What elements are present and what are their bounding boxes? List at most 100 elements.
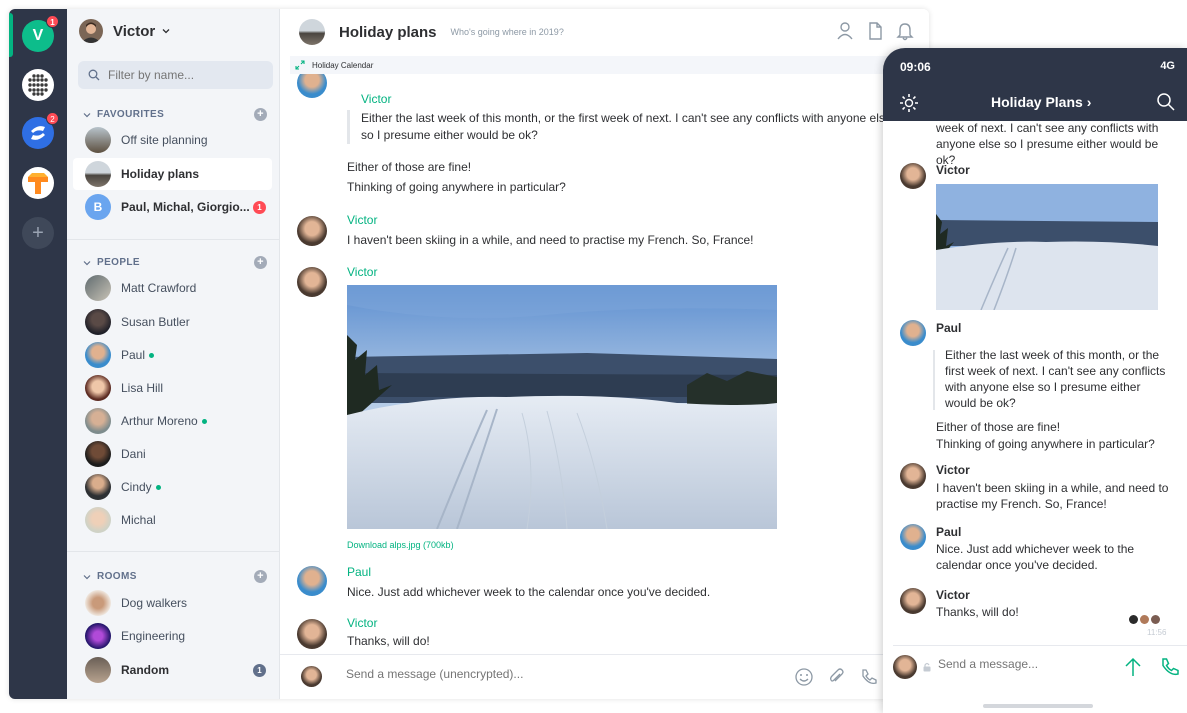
phone-icon[interactable]	[859, 667, 879, 687]
message-input[interactable]	[346, 667, 726, 681]
person-item-cindy[interactable]: Cindy	[73, 471, 272, 503]
add-space-button[interactable]: +	[22, 217, 54, 249]
spaces-bar: V 1 2 +	[9, 9, 67, 699]
sender-name[interactable]: Victor	[347, 213, 377, 227]
sender-avatar[interactable]	[297, 619, 327, 649]
room-item-dog-walkers[interactable]: Dog walkers	[73, 587, 272, 619]
online-indicator	[201, 419, 207, 425]
sender-name[interactable]: Victor	[936, 163, 970, 177]
home-indicator	[983, 704, 1093, 708]
sender-avatar[interactable]	[297, 566, 327, 596]
person-item-dani[interactable]: Dani	[73, 438, 272, 470]
room-header-avatar[interactable]	[299, 19, 325, 45]
sender-name[interactable]: Victor	[347, 265, 377, 279]
sender-name[interactable]: Paul	[936, 321, 961, 335]
room-item-engineering[interactable]: Engineering	[73, 620, 272, 652]
section-label: ROOMS	[97, 571, 137, 582]
person-item-matt-crawford[interactable]: Matt Crawford	[73, 272, 272, 304]
ski-slope-image[interactable]	[347, 285, 777, 529]
read-avatar	[1140, 615, 1149, 624]
person-item-paul[interactable]: Paul	[73, 339, 272, 371]
home-space-avatar[interactable]: V 1	[22, 15, 59, 52]
sender-name[interactable]: Victor	[936, 463, 970, 477]
sender-avatar[interactable]	[297, 216, 327, 246]
quote-bar	[347, 110, 350, 144]
person-name: Susan Butler	[121, 315, 190, 329]
message-body: Thinking of going anywhere in particular…	[936, 437, 1155, 451]
room-filter[interactable]	[78, 61, 273, 89]
emoji-icon[interactable]	[794, 667, 814, 687]
sender-name[interactable]: Victor	[936, 588, 970, 602]
sender-name[interactable]: Paul	[347, 565, 371, 579]
add-favourite-button[interactable]: +	[254, 108, 267, 121]
person-icon[interactable]	[835, 21, 855, 41]
add-room-button[interactable]: +	[254, 570, 267, 583]
sender-avatar[interactable]	[297, 74, 327, 98]
room-item-off-site-planning[interactable]: Off site planning	[73, 124, 272, 156]
person-avatar	[85, 275, 111, 301]
read-avatar	[1129, 615, 1138, 624]
filter-input[interactable]	[108, 68, 258, 82]
quote-bar	[933, 350, 935, 410]
message-body: Either of those are fine!	[347, 160, 472, 174]
user-avatar	[79, 19, 103, 43]
sender-name[interactable]: Victor	[361, 92, 391, 106]
widget-bar[interactable]: Holiday Calendar	[290, 56, 929, 74]
room-item-random[interactable]: Random 1	[73, 654, 272, 686]
person-name: Paul	[121, 348, 146, 362]
person-item-lisa-hill[interactable]: Lisa Hill	[73, 372, 272, 404]
mobile-message-input[interactable]	[938, 657, 1098, 671]
attachment-icon[interactable]	[826, 667, 846, 687]
mobile-composer	[893, 650, 1187, 680]
sender-avatar[interactable]	[900, 463, 926, 489]
sender-name[interactable]: Paul	[936, 525, 961, 539]
plus-icon: +	[32, 221, 44, 244]
gear-icon[interactable]	[898, 92, 920, 114]
message-body: Nice. Just add whichever week to the cal…	[347, 585, 711, 599]
blue-space-icon[interactable]: 2	[22, 112, 59, 149]
message-body: Thanks, will do!	[347, 634, 430, 648]
person-name: Cindy	[121, 480, 152, 494]
sender-name[interactable]: Victor	[347, 616, 377, 630]
download-link[interactable]: Download alps.jpg (700kb)	[347, 537, 454, 554]
sender-avatar[interactable]	[900, 320, 926, 346]
orange-space-icon[interactable]	[22, 167, 54, 199]
dots-grid-icon[interactable]	[22, 69, 54, 101]
message-body: week of next. I can't see any conflicts …	[936, 121, 1159, 167]
chevron-down-icon	[83, 574, 91, 579]
person-item-michal[interactable]: Michal	[73, 504, 272, 536]
section-rooms[interactable]: ROOMS +	[83, 570, 267, 583]
mobile-room-title[interactable]: Holiday Plans ›	[991, 94, 1091, 110]
room-item-holiday-plans[interactable]: Holiday plans	[73, 158, 272, 190]
person-name: Dani	[121, 447, 146, 461]
divider	[67, 551, 280, 552]
add-person-button[interactable]: +	[254, 256, 267, 269]
user-menu[interactable]: Victor	[79, 19, 171, 43]
widget-name: Holiday Calendar	[312, 60, 374, 70]
divider	[893, 645, 1187, 646]
person-item-susan-butler[interactable]: Susan Butler	[73, 306, 272, 338]
read-receipts[interactable]	[1129, 615, 1160, 624]
expand-icon[interactable]	[295, 60, 305, 70]
ski-slope-image[interactable]	[936, 184, 1158, 310]
file-icon[interactable]	[865, 21, 885, 41]
person-name: Arthur Moreno	[121, 414, 198, 428]
bell-icon[interactable]	[895, 21, 915, 41]
search-icon[interactable]	[1156, 92, 1176, 112]
room-title[interactable]: Holiday plans	[339, 24, 437, 41]
person-item-arthur-moreno[interactable]: Arthur Moreno	[73, 405, 272, 437]
sender-avatar[interactable]	[900, 163, 926, 189]
room-item-paul-michal-giorgio[interactable]: B Paul, Michal, Giorgio... 1	[73, 191, 272, 223]
phone-icon[interactable]	[1159, 656, 1181, 678]
section-favourites[interactable]: FAVOURITES +	[83, 108, 267, 121]
send-arrow-icon[interactable]	[1122, 656, 1144, 678]
section-people[interactable]: PEOPLE +	[83, 256, 267, 269]
person-avatar	[85, 342, 111, 368]
user-name: Victor	[113, 22, 156, 40]
room-avatar	[85, 623, 111, 649]
person-avatar	[85, 408, 111, 434]
room-avatar	[85, 657, 111, 683]
sender-avatar[interactable]	[900, 588, 926, 614]
sender-avatar[interactable]	[297, 267, 327, 297]
sender-avatar[interactable]	[900, 524, 926, 550]
